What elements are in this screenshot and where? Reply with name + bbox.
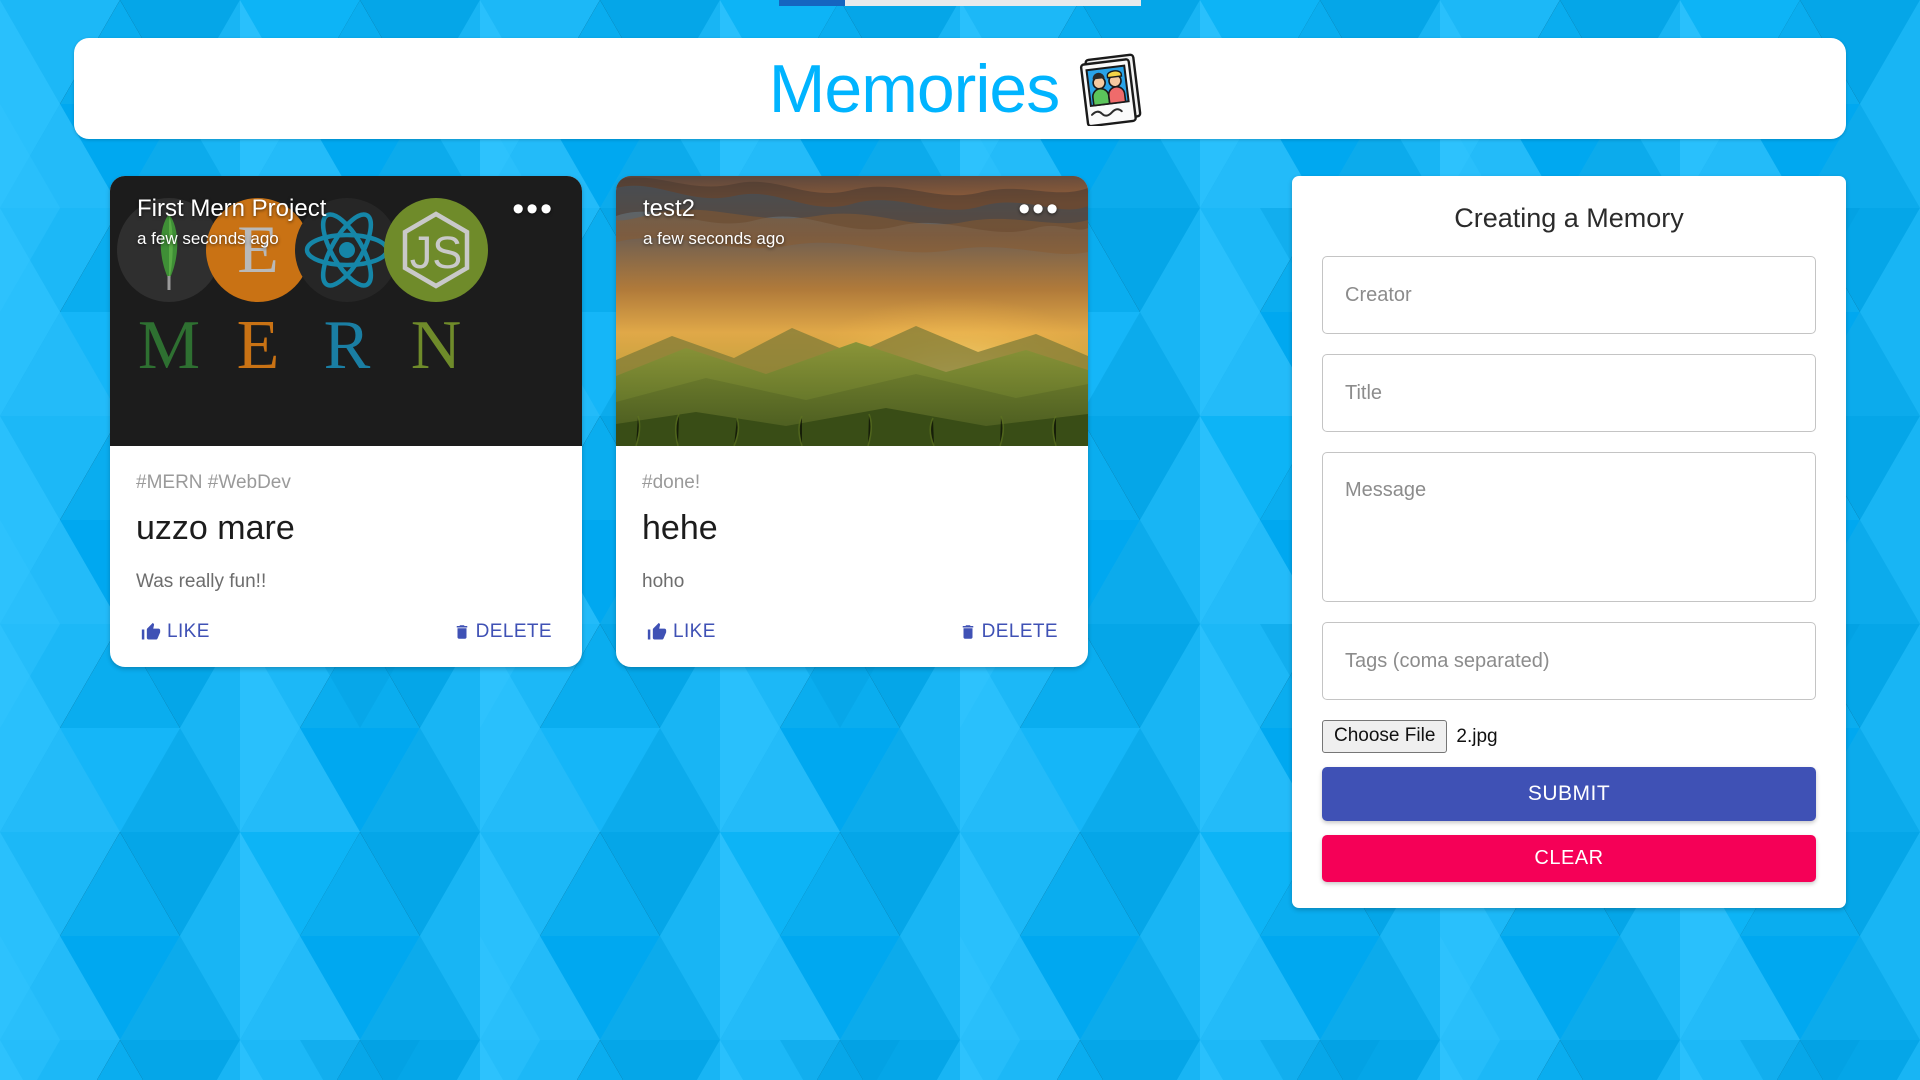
memory-tags: #done!	[642, 472, 701, 493]
choose-file-button[interactable]: Choose File	[1322, 720, 1448, 754]
page-container: Memories E JS M E R N First Mern Project…	[74, 0, 1846, 1080]
memory-card[interactable]: E JS M E R N First Mern Project a few se…	[110, 176, 582, 668]
thumbs-up-icon	[646, 622, 668, 642]
form-column: Creating a Memory Choose File 2.jpg SUBM…	[1246, 176, 1846, 909]
photos-icon	[1077, 52, 1151, 127]
memory-menu-button[interactable]: •••	[504, 192, 562, 226]
memory-timestamp: a few seconds ago	[137, 229, 279, 248]
svg-text:N: N	[411, 307, 462, 384]
like-button[interactable]: LIKE	[638, 617, 724, 647]
title-input[interactable]	[1322, 354, 1816, 433]
like-button[interactable]: LIKE	[132, 617, 218, 647]
thumbs-up-icon	[140, 622, 162, 642]
tags-input[interactable]	[1322, 622, 1816, 701]
memory-card[interactable]: test2 a few seconds ago ••• #done! hehe …	[616, 176, 1088, 668]
svg-text:JS: JS	[410, 227, 463, 278]
like-label: LIKE	[167, 621, 210, 643]
memory-image-mern: E JS M E R N First Mern Project a few se…	[110, 176, 582, 446]
trash-icon	[959, 622, 977, 642]
memory-card-overlay: First Mern Project a few seconds ago	[137, 194, 326, 250]
memory-actions: LIKE DELETE	[110, 595, 582, 667]
like-label: LIKE	[673, 621, 716, 643]
svg-text:E: E	[237, 307, 280, 384]
clear-button[interactable]: CLEAR	[1322, 835, 1816, 883]
memory-message: Was really fun!!	[136, 570, 267, 592]
memories-list: E JS M E R N First Mern Project a few se…	[74, 176, 1246, 668]
file-upload-row: Choose File 2.jpg	[1322, 720, 1816, 754]
svg-text:M: M	[138, 307, 200, 384]
main-content: E JS M E R N First Mern Project a few se…	[74, 176, 1846, 909]
memory-title: uzzo mare	[136, 509, 295, 547]
creator-input[interactable]	[1322, 256, 1816, 335]
delete-label: DELETE	[475, 621, 552, 643]
selected-file-name: 2.jpg	[1456, 725, 1498, 747]
page-title: Memories	[768, 50, 1060, 127]
form-heading: Creating a Memory	[1454, 203, 1684, 233]
create-memory-form: Creating a Memory Choose File 2.jpg SUBM…	[1292, 176, 1846, 909]
memory-card-overlay: test2 a few seconds ago	[643, 194, 785, 250]
delete-label: DELETE	[981, 621, 1058, 643]
memory-timestamp: a few seconds ago	[643, 229, 785, 248]
memory-actions: LIKE DELETE	[616, 595, 1088, 667]
delete-button[interactable]: DELETE	[445, 617, 560, 647]
svg-text:R: R	[324, 307, 371, 384]
app-header: Memories	[74, 38, 1846, 139]
submit-button[interactable]: SUBMIT	[1322, 767, 1816, 822]
memory-message: hoho	[642, 570, 685, 592]
memory-image-landscape: test2 a few seconds ago •••	[616, 176, 1088, 446]
memory-creator: test2	[643, 195, 696, 222]
trash-icon	[453, 622, 471, 642]
memory-tags: #MERN #WebDev	[136, 472, 291, 493]
memory-creator: First Mern Project	[137, 195, 327, 222]
message-input[interactable]	[1322, 452, 1816, 603]
delete-button[interactable]: DELETE	[951, 617, 1066, 647]
memory-menu-button[interactable]: •••	[1010, 192, 1068, 226]
memory-title: hehe	[642, 509, 718, 547]
app-root: Memories E JS M E R N First Mern Project…	[0, 0, 1920, 1080]
